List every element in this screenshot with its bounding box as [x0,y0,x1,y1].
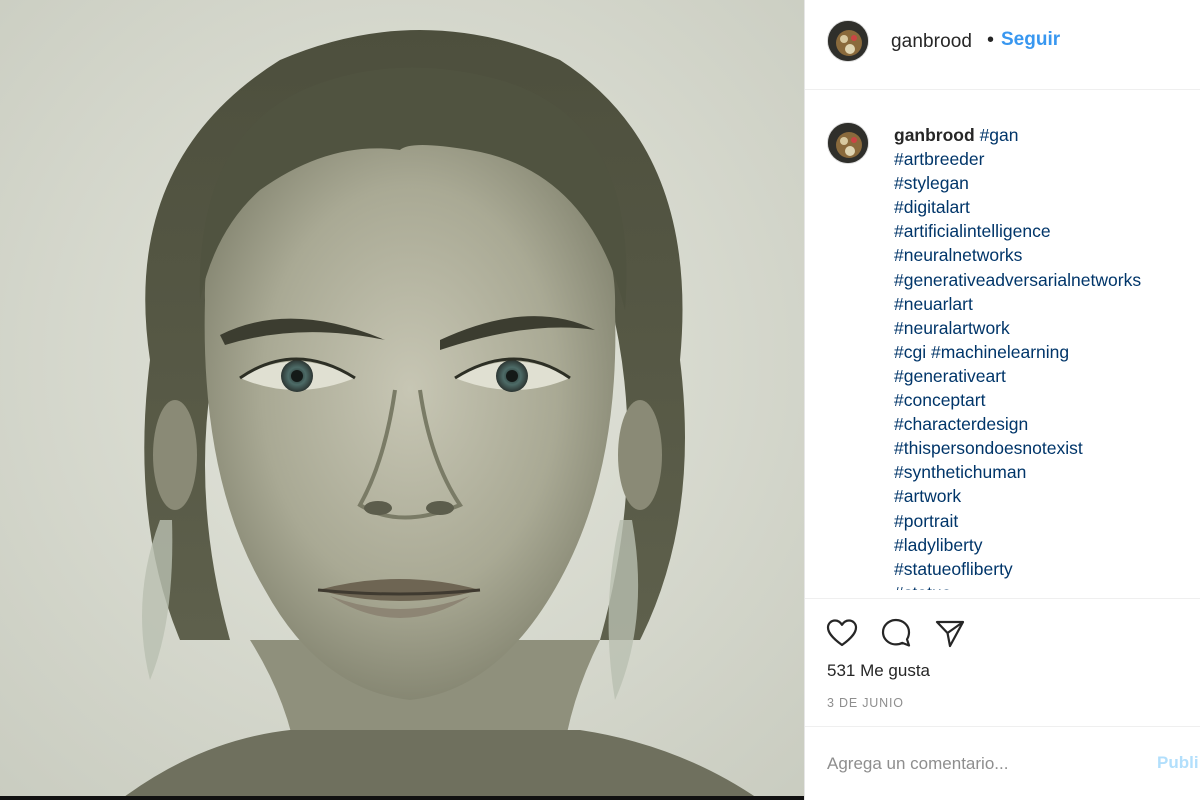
avatar[interactable] [827,20,869,62]
caption-text: ganbrood #gan #artbreeder #stylegan #dig… [894,123,1194,590]
hashtag-link[interactable]: #thispersondoesnotexist [894,436,1194,460]
hashtag-link[interactable]: #statue [894,581,1194,590]
hashtag-link[interactable]: #statueofliberty [894,557,1194,581]
post-header: ganbrood • Seguir [805,0,1200,90]
hashtag-link[interactable]: #gan [980,125,1019,145]
hashtag-link[interactable]: #ladyliberty [894,533,1194,557]
post-image[interactable] [0,0,804,800]
post-side-panel: ganbrood • Seguir ganbrood #gan #artbree… [804,0,1200,800]
comment-input[interactable] [827,751,1147,777]
hashtag-link[interactable]: #characterdesign [894,412,1194,436]
post-actions: 531 Me gusta 3 DE JUNIO [805,598,1200,726]
likes-count[interactable]: 531 Me gusta [827,661,930,681]
hashtag-link[interactable]: #generativeadversarialnetworks [894,268,1194,292]
follow-button[interactable]: Seguir [1001,29,1060,51]
hashtag-link[interactable]: #artbreeder [894,147,1194,171]
hashtag-link[interactable]: #neuralnetworks [894,243,1194,267]
hashtag-link[interactable]: #neuarlart [894,292,1194,316]
paper-plane-icon[interactable] [933,616,967,650]
speech-bubble-icon[interactable] [879,616,913,650]
publish-button[interactable]: Publi [1157,753,1199,773]
hashtag-link[interactable]: #neuralartwork [894,316,1194,340]
hashtag-link[interactable]: #cgi #machinelearning [894,340,1194,364]
hashtag-link[interactable]: #stylegan [894,171,1194,195]
caption-username[interactable]: ganbrood [894,125,975,145]
hashtag-link[interactable]: #conceptart [894,388,1194,412]
username-link[interactable]: ganbrood [891,31,972,53]
hashtag-link[interactable]: #artificialintelligence [894,219,1194,243]
post-date[interactable]: 3 DE JUNIO [827,696,904,710]
image-bottom-edge [0,796,804,800]
hashtag-link[interactable]: #digitalart [894,195,1194,219]
hashtag-link[interactable]: #portrait [894,509,1194,533]
caption-avatar[interactable] [827,122,869,164]
hashtag-link[interactable]: #artwork [894,484,1194,508]
heart-icon[interactable] [825,616,859,650]
add-comment-bar: Publi [805,726,1200,800]
portrait-image [0,0,804,800]
hashtag-link[interactable]: #synthetichuman [894,460,1194,484]
separator-dot: • [987,29,995,51]
caption-comments[interactable]: ganbrood #gan #artbreeder #stylegan #dig… [805,90,1200,590]
hashtag-link[interactable]: #generativeart [894,364,1194,388]
